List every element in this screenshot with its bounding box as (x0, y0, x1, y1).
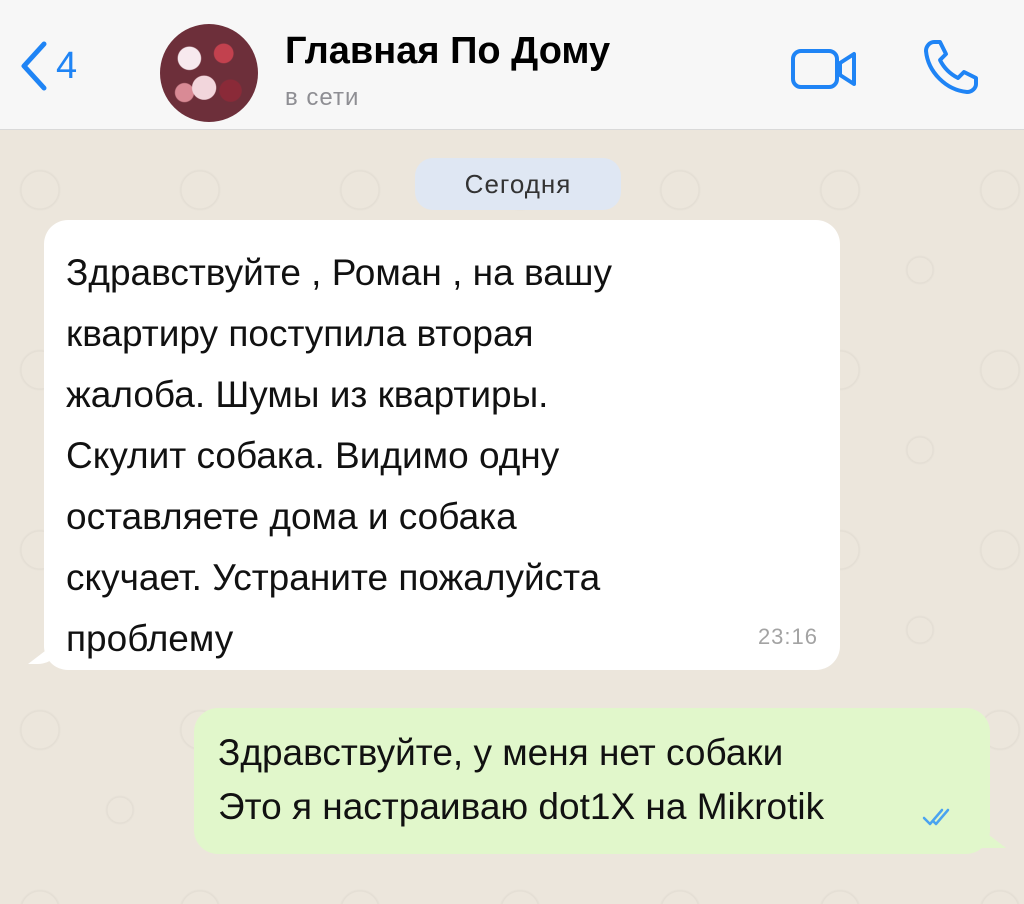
chevron-left-icon (20, 40, 48, 92)
voice-call-button[interactable] (920, 36, 982, 103)
back-button[interactable]: 4 (20, 40, 77, 92)
double-check-icon (922, 807, 956, 832)
chat-header: 4 Главная По Дому в сети (0, 0, 1024, 130)
avatar[interactable] (160, 24, 258, 122)
unread-count: 4 (56, 45, 78, 87)
video-camera-icon (790, 49, 858, 94)
bubble-tail (28, 638, 62, 664)
presence-status: в сети (285, 84, 360, 111)
bubble-tail (972, 822, 1006, 848)
date-separator: Сегодня (415, 158, 621, 210)
chat-area[interactable]: Сегодня Здравствуйте , Роман , на вашу к… (0, 130, 1024, 904)
message-text: Здравствуйте , Роман , на вашу квартиру … (66, 252, 612, 659)
video-call-button[interactable] (790, 48, 858, 95)
phone-icon (920, 40, 982, 102)
message-time: 23:16 (757, 624, 818, 649)
outgoing-message[interactable]: Здравствуйте, у меня нет собаки Это я на… (194, 708, 1006, 854)
chat-title[interactable]: Главная По Дому (285, 30, 610, 73)
message-text: Здравствуйте, у меня нет собаки Это я на… (218, 732, 825, 827)
incoming-message[interactable]: Здравствуйте , Роман , на вашу квартиру … (28, 220, 840, 670)
